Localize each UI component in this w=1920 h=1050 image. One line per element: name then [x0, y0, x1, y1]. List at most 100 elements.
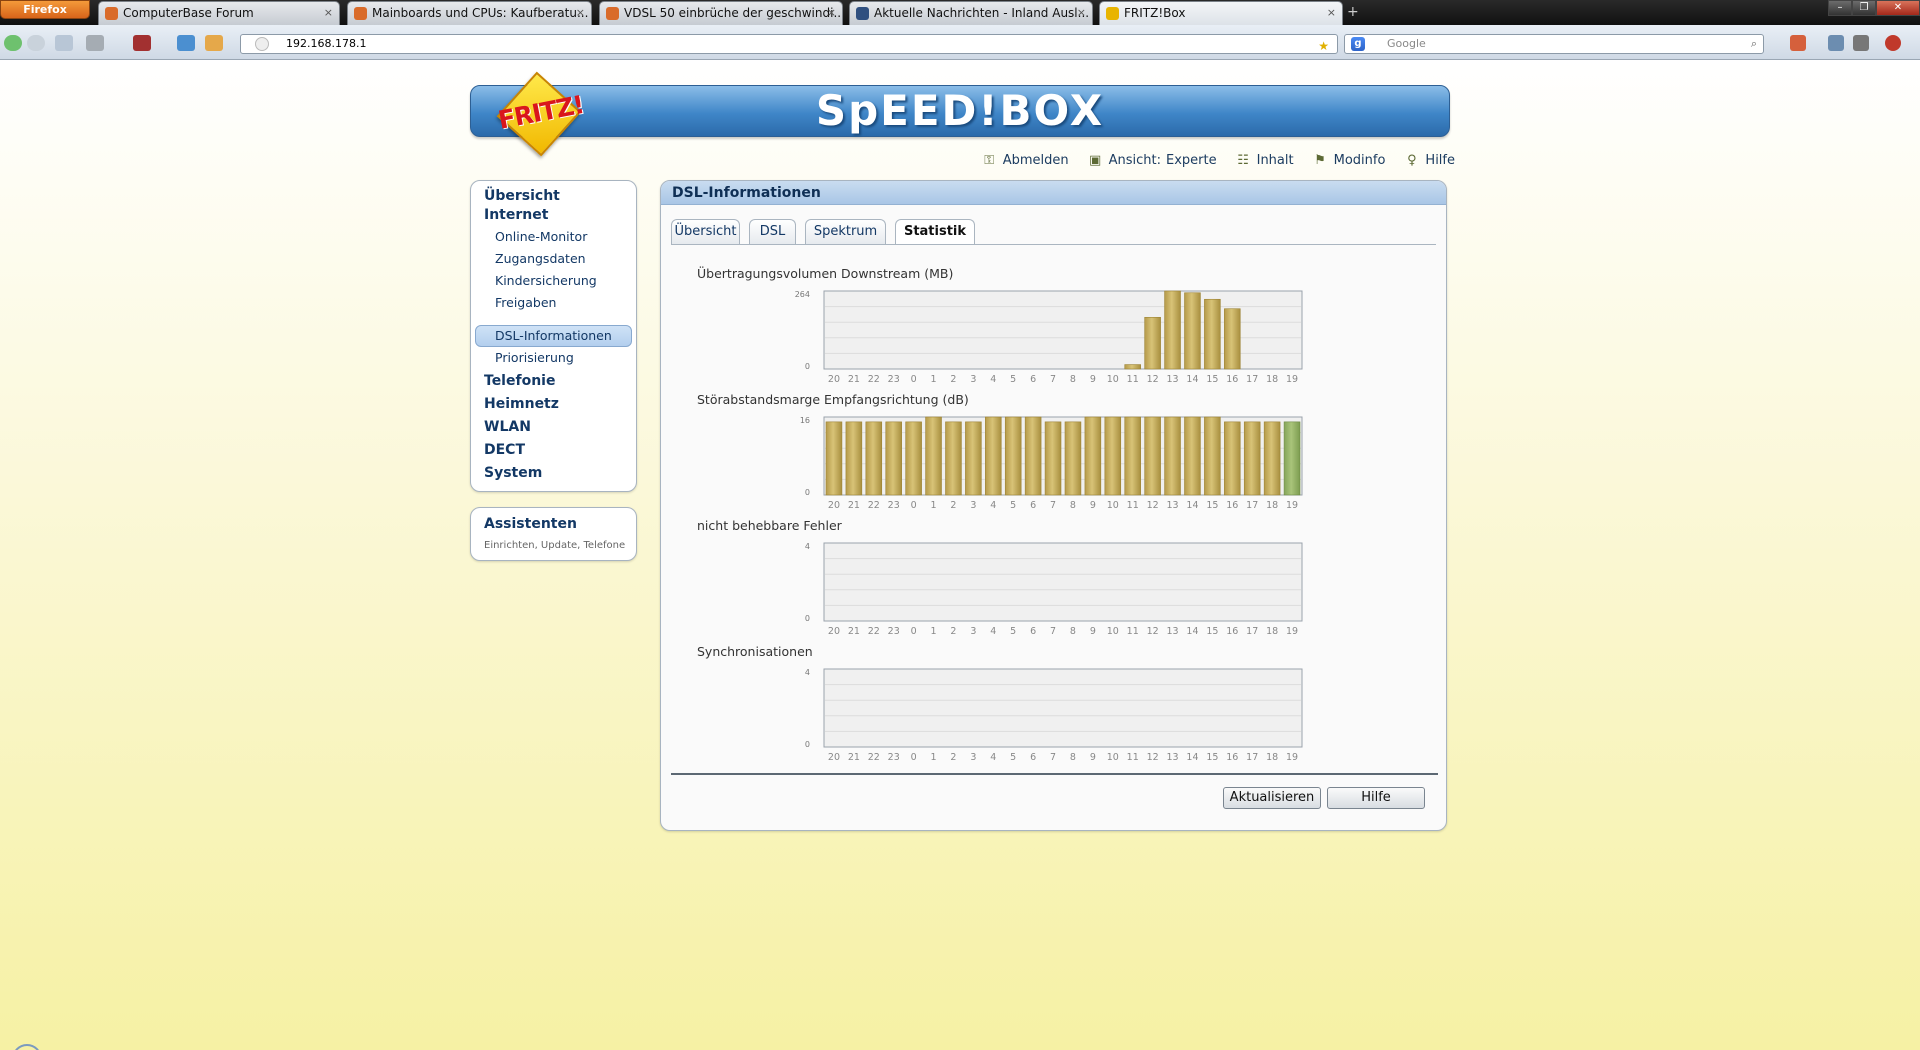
bookmarks-icon[interactable] [55, 35, 73, 51]
x-tick-label: 0 [911, 752, 917, 763]
dsl-info-panel: DSL-Informationen Übersicht DSL Spektrum… [660, 180, 1447, 831]
sidebar-item-internet[interactable]: Internet [484, 207, 548, 223]
tools-icon[interactable] [86, 35, 104, 51]
sidebar-item-freigaben[interactable]: Freigaben [495, 295, 556, 310]
sidebar-item-kindersicherung[interactable]: Kindersicherung [495, 273, 597, 288]
screen-icon[interactable] [1828, 35, 1844, 51]
search-icon[interactable]: ⌕ [1751, 35, 1757, 53]
browser-tab[interactable]: Mainboards und CPUs: Kaufberatu... × [347, 1, 592, 25]
window-controls: – ❐ ✕ [1828, 0, 1920, 17]
sidebar-item-system[interactable]: System [484, 465, 542, 481]
downloads-icon[interactable] [1853, 35, 1869, 51]
search-input[interactable]: g Google ⌕ [1344, 34, 1764, 54]
modinfo-icon: ⚑ [1314, 153, 1326, 168]
x-tick-label: 17 [1246, 752, 1258, 763]
sidebar-item-online-monitor[interactable]: Online-Monitor [495, 229, 587, 244]
data-bar [1164, 290, 1181, 370]
browser-tab-active[interactable]: FRITZ!Box × [1099, 1, 1343, 25]
x-tick-label: 0 [911, 626, 917, 637]
addon-icon[interactable] [1790, 35, 1806, 51]
x-tick-label: 9 [1090, 626, 1096, 637]
x-tick-label: 22 [868, 626, 880, 637]
forward-arrow-icon[interactable] [27, 35, 45, 51]
tab-close-icon[interactable]: × [1327, 2, 1336, 24]
sidebar-item-telefonie[interactable]: Telefonie [484, 373, 555, 389]
x-tick-label: 1 [931, 626, 937, 637]
assistants-panel[interactable]: Assistenten Einrichten, Update, Telefone [470, 507, 637, 561]
new-tab-button[interactable]: + [1347, 4, 1359, 20]
x-tick-label: 23 [888, 500, 900, 511]
firefox-menu-button[interactable]: Firefox [0, 0, 90, 19]
sidebar-item-overview[interactable]: Übersicht [484, 188, 560, 204]
x-tick-label: 14 [1186, 374, 1198, 385]
sidebar-item-heimnetz[interactable]: Heimnetz [484, 396, 559, 412]
help-link[interactable]: ♀ Hilfe [1403, 152, 1455, 169]
data-bar [1144, 416, 1161, 496]
bookmark-star-icon[interactable]: ★ [1318, 37, 1329, 55]
google-icon[interactable]: g [1351, 37, 1365, 51]
browser-tab[interactable]: Aktuelle Nachrichten - Inland Ausl... × [849, 1, 1093, 25]
x-tick-label: 2 [950, 374, 956, 385]
browser-tab-title: ComputerBase Forum [123, 6, 254, 20]
x-tick-label: 8 [1070, 374, 1076, 385]
sitemap-icon: ☷ [1237, 153, 1249, 168]
url-text: 192.168.178.1 [286, 37, 367, 50]
sidebar-item-dect[interactable]: DECT [484, 442, 525, 458]
x-tick-label: 16 [1226, 374, 1238, 385]
site-identity-icon[interactable] [255, 37, 269, 51]
help-button[interactable]: Hilfe [1327, 787, 1425, 809]
x-tick-label: 16 [1226, 752, 1238, 763]
tab-close-icon[interactable]: × [1077, 2, 1086, 24]
contents-link[interactable]: ☷ Inhalt [1235, 152, 1293, 169]
adblock-icon[interactable] [1885, 35, 1901, 51]
fritz-logo[interactable]: FRITZ! [492, 67, 587, 162]
x-tick-label: 10 [1107, 752, 1119, 763]
sidebar-item-dsl-informationen[interactable]: DSL-Informationen [495, 328, 612, 343]
data-bar [865, 421, 883, 496]
x-tick-label: 19 [1286, 374, 1298, 385]
back-arrow-icon[interactable] [4, 35, 22, 51]
x-tick-label: 18 [1266, 500, 1278, 511]
browser-tab-title: Aktuelle Nachrichten - Inland Ausl... [874, 6, 1090, 20]
x-tick-label: 7 [1050, 374, 1056, 385]
x-tick-label: 21 [848, 752, 860, 763]
sidebar: Übersicht Internet Online-Monitor Zugang… [470, 180, 637, 492]
view-value: Experte [1166, 153, 1217, 168]
data-bar [1224, 421, 1241, 496]
x-tick-label: 15 [1206, 626, 1218, 637]
close-window-icon[interactable]: ✕ [1876, 0, 1920, 16]
sidebar-item-priorisierung[interactable]: Priorisierung [495, 350, 574, 365]
x-tick-label: 13 [1166, 374, 1178, 385]
x-tick-label: 5 [1010, 626, 1016, 637]
url-bar[interactable]: 192.168.178.1 ★ [240, 34, 1338, 54]
data-bar [1263, 421, 1281, 496]
data-bar [1124, 364, 1141, 370]
x-tick-label: 18 [1266, 374, 1278, 385]
x-tick-label: 14 [1186, 626, 1198, 637]
view-label: Ansicht: [1108, 153, 1161, 168]
x-tick-label: 21 [848, 374, 860, 385]
refresh-button[interactable]: Aktualisieren [1223, 787, 1321, 809]
reload-icon[interactable] [177, 35, 195, 51]
home-icon[interactable] [205, 35, 223, 51]
restore-icon[interactable]: ❐ [1852, 0, 1876, 16]
addon-icon[interactable] [133, 35, 151, 51]
tab-close-icon[interactable]: × [576, 2, 585, 24]
sidebar-item-wlan[interactable]: WLAN [484, 419, 531, 435]
assistants-title[interactable]: Assistenten [484, 516, 577, 532]
modinfo-link[interactable]: ⚑ Modinfo [1312, 152, 1385, 169]
y-tick-label: 264 [795, 290, 810, 299]
logout-link[interactable]: ⚿ Abmelden [981, 152, 1068, 169]
view-link[interactable]: ▣ Ansicht: Experte [1087, 152, 1217, 169]
tab-close-icon[interactable]: × [827, 2, 836, 24]
x-tick-label: 16 [1226, 626, 1238, 637]
browser-tab[interactable]: ComputerBase Forum × [98, 1, 340, 25]
tab-close-icon[interactable]: × [324, 2, 333, 24]
x-tick-label: 10 [1107, 500, 1119, 511]
minimize-icon[interactable]: – [1828, 0, 1852, 16]
x-tick-label: 5 [1010, 374, 1016, 385]
sidebar-item-zugangsdaten[interactable]: Zugangsdaten [495, 251, 586, 266]
x-tick-label: 4 [990, 752, 996, 763]
x-tick-label: 5 [1010, 752, 1016, 763]
browser-tab[interactable]: VDSL 50 einbrüche der geschwindi... × [599, 1, 843, 25]
